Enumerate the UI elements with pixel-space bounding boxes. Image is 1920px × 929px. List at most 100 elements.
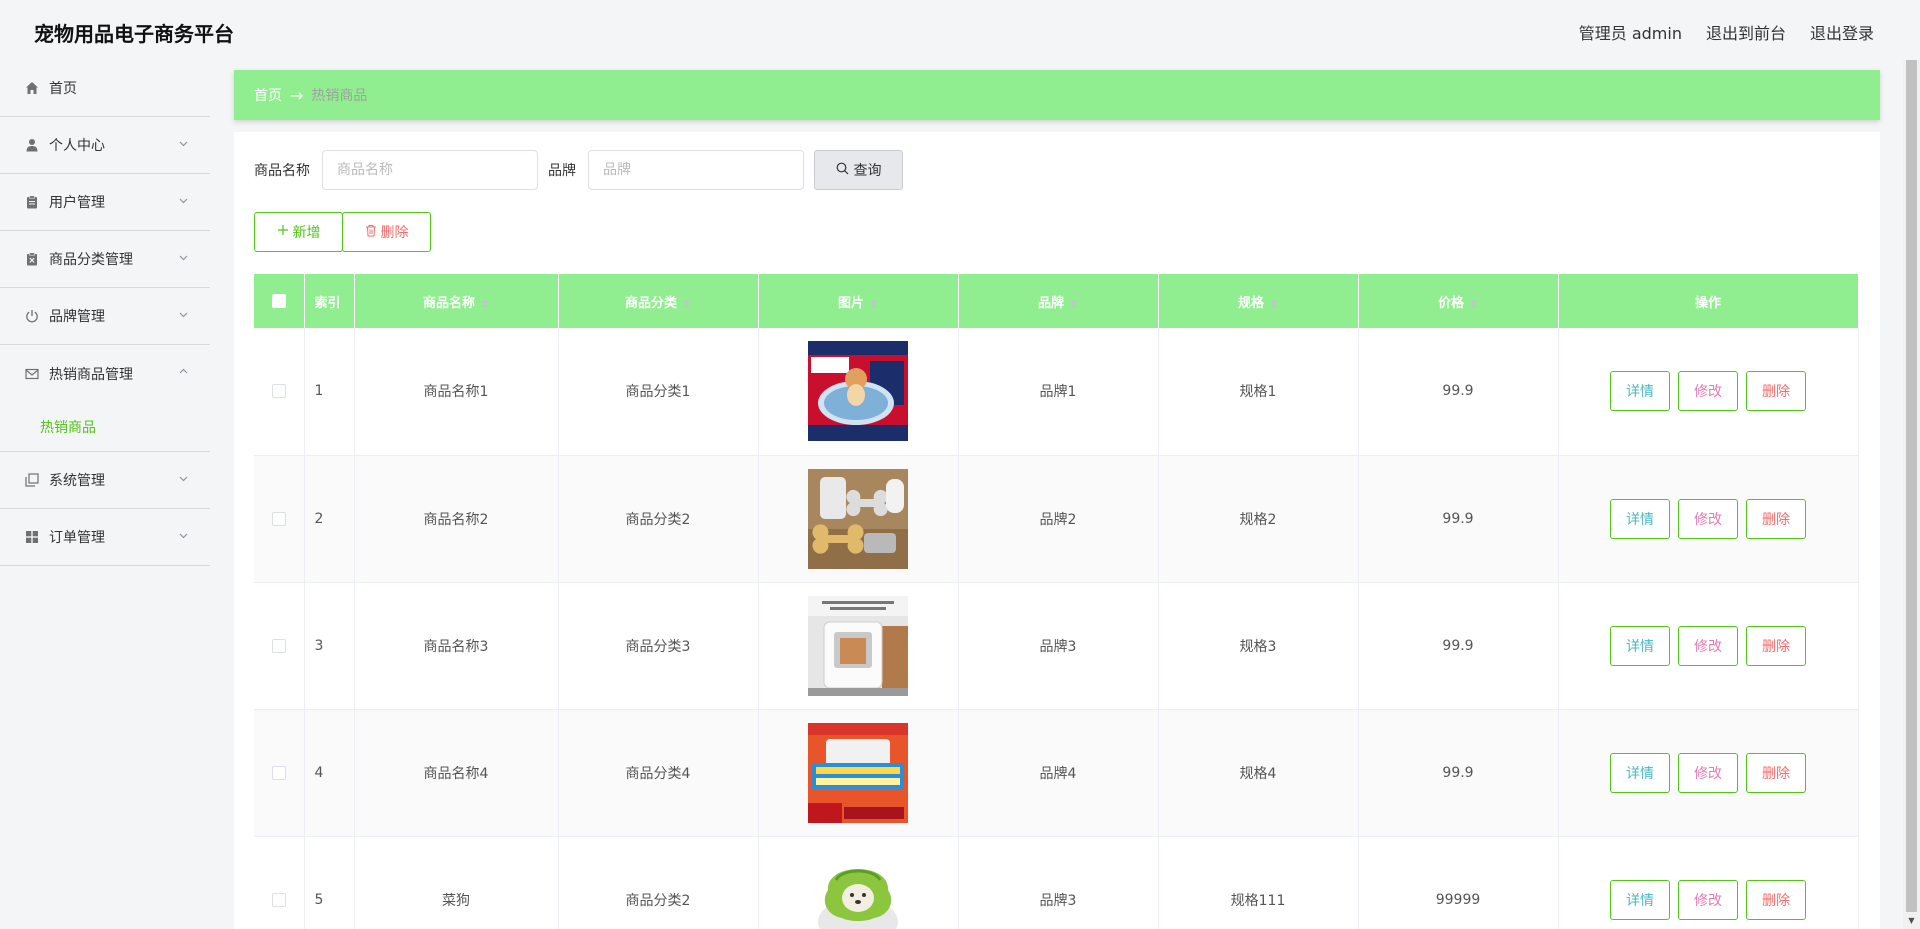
col-header-name[interactable]: 商品名称 [354, 274, 559, 328]
add-button[interactable]: 新增 [254, 212, 343, 252]
sort-icon[interactable] [870, 298, 878, 309]
detail-button[interactable]: 详情 [1610, 752, 1670, 793]
col-header-brand[interactable]: 品牌 [958, 274, 1159, 328]
logout-link[interactable]: 退出登录 [1810, 20, 1874, 44]
sidebar: 首页 个人中心 用户管理 商品分类管理 品牌管理 热销商品管理 热销商品 系统管… [0, 60, 210, 929]
cell-name: 菜狗 [354, 836, 559, 929]
cell-index: 3 [304, 582, 355, 709]
select-all-cell [254, 274, 305, 328]
sort-icon[interactable] [481, 298, 489, 309]
table-row: 2 商品名称2 商品分类2 品牌2 规格2 99.9 详情 修改 删除 [254, 455, 1859, 582]
product-name-input[interactable] [322, 150, 538, 190]
col-header-ops: 操作 [1558, 274, 1859, 328]
sidebar-item-home[interactable]: 首页 [0, 60, 210, 117]
breadcrumb: 首页 → 热销商品 [234, 70, 1880, 120]
sidebar-item-orders[interactable]: 订单管理 [0, 509, 210, 566]
grid-icon [24, 529, 40, 545]
trash-icon [365, 224, 377, 241]
detail-button[interactable]: 详情 [1610, 498, 1670, 539]
top-bar: 宠物用品电子商务平台 管理员 admin 退出到前台 退出登录 [0, 0, 1920, 60]
cell-name: 商品名称1 [354, 328, 559, 455]
brand-label: 品牌 [548, 163, 576, 179]
cell-spec: 规格3 [1158, 582, 1359, 709]
cell-spec: 规格1 [1158, 328, 1359, 455]
cell-price: 99999 [1358, 836, 1559, 929]
row-checkbox[interactable] [271, 511, 286, 526]
cell-index: 1 [304, 328, 355, 455]
delete-button[interactable]: 删除 [1746, 752, 1806, 793]
edit-button[interactable]: 修改 [1678, 752, 1738, 793]
col-header-spec[interactable]: 规格 [1158, 274, 1359, 328]
cell-name: 商品名称4 [354, 709, 559, 836]
pet-dryer-box-product-image[interactable] [808, 595, 908, 696]
select-all-checkbox[interactable] [271, 294, 286, 308]
sidebar-item-personal[interactable]: 个人中心 [0, 117, 210, 174]
sidebar-item-users[interactable]: 用户管理 [0, 174, 210, 231]
home-icon [24, 80, 40, 96]
table-row: 5 菜狗 商品分类2 品牌3 规格111 99999 详情 修改 删除 [254, 836, 1859, 929]
delete-button[interactable]: 删除 [1746, 498, 1806, 539]
scroll-down-arrow-icon[interactable]: ▼ [1903, 912, 1920, 929]
sort-icon[interactable] [1270, 298, 1278, 309]
sidebar-item-category[interactable]: 商品分类管理 [0, 231, 210, 288]
batch-delete-button[interactable]: 删除 [342, 212, 431, 252]
cell-index: 2 [304, 455, 355, 582]
chevron-up-icon [179, 367, 188, 376]
query-button[interactable]: 查询 [814, 150, 903, 190]
top-links: 管理员 admin 退出到前台 退出登录 [1579, 20, 1874, 44]
row-checkbox[interactable] [271, 892, 286, 907]
detail-button[interactable]: 详情 [1610, 879, 1670, 920]
col-header-category[interactable]: 商品分类 [558, 274, 759, 328]
sidebar-item-brand[interactable]: 品牌管理 [0, 288, 210, 345]
cell-image [758, 709, 959, 836]
pet-tags-product-image[interactable] [808, 468, 908, 569]
sidebar-item-system[interactable]: 系统管理 [0, 452, 210, 509]
table-row: 4 商品名称4 商品分类4 品牌4 规格4 99.9 详情 修改 删除 [254, 709, 1859, 836]
search-icon [836, 162, 849, 179]
delete-button[interactable]: 删除 [1746, 371, 1806, 412]
cell-image [758, 836, 959, 929]
row-checkbox[interactable] [271, 638, 286, 653]
cabbage-dog-product-image[interactable] [808, 849, 908, 929]
sidebar-subitem-hot-products[interactable]: 热销商品 [0, 402, 210, 452]
cell-actions: 详情 修改 删除 [1558, 582, 1859, 709]
col-header-price[interactable]: 价格 [1358, 274, 1559, 328]
col-header-label: 规格 [1237, 295, 1264, 311]
detail-button[interactable]: 详情 [1610, 625, 1670, 666]
sidebar-item-label: 个人中心 [49, 138, 105, 154]
delete-button[interactable]: 删除 [1746, 879, 1806, 920]
col-header-image[interactable]: 图片 [758, 274, 959, 328]
col-header-label: 图片 [837, 295, 864, 311]
edit-button[interactable]: 修改 [1678, 625, 1738, 666]
cell-category: 商品分类2 [558, 836, 759, 929]
sort-icon[interactable] [1070, 298, 1078, 309]
scrollbar-thumb[interactable] [1906, 60, 1917, 912]
cell-actions: 详情 修改 删除 [1558, 455, 1859, 582]
row-checkbox[interactable] [271, 765, 286, 780]
query-button-label: 查询 [853, 163, 882, 179]
sort-icon[interactable] [683, 298, 691, 309]
cell-price: 99.9 [1358, 582, 1559, 709]
cell-index: 5 [304, 836, 355, 929]
detail-button[interactable]: 详情 [1610, 371, 1670, 412]
delete-button[interactable]: 删除 [1746, 625, 1806, 666]
user-icon [24, 137, 40, 153]
chevron-down-icon [179, 196, 188, 205]
pet-dryer-promo-product-image[interactable] [808, 722, 908, 823]
clipboard-icon [24, 194, 40, 210]
sidebar-item-hot-products[interactable]: 热销商品管理 [0, 345, 210, 402]
brand-input[interactable] [588, 150, 804, 190]
edit-button[interactable]: 修改 [1678, 879, 1738, 920]
row-checkbox[interactable] [271, 384, 286, 399]
breadcrumb-home[interactable]: 首页 [254, 85, 282, 105]
to-front-link[interactable]: 退出到前台 [1706, 20, 1786, 44]
vertical-scrollbar[interactable]: ▼ [1903, 60, 1920, 929]
cell-category: 商品分类1 [558, 328, 759, 455]
edit-button[interactable]: 修改 [1678, 498, 1738, 539]
edit-button[interactable]: 修改 [1678, 371, 1738, 412]
table-row: 3 商品名称3 商品分类3 品牌3 规格3 99.9 详情 修改 删除 [254, 582, 1859, 709]
sidebar-item-label: 用户管理 [49, 195, 105, 211]
pet-toilet-product-image[interactable] [808, 341, 908, 442]
sort-icon[interactable] [1470, 298, 1478, 309]
table-header-row: 索引 商品名称 商品分类 图片 品牌 规格 价格 操作 [254, 274, 1859, 328]
